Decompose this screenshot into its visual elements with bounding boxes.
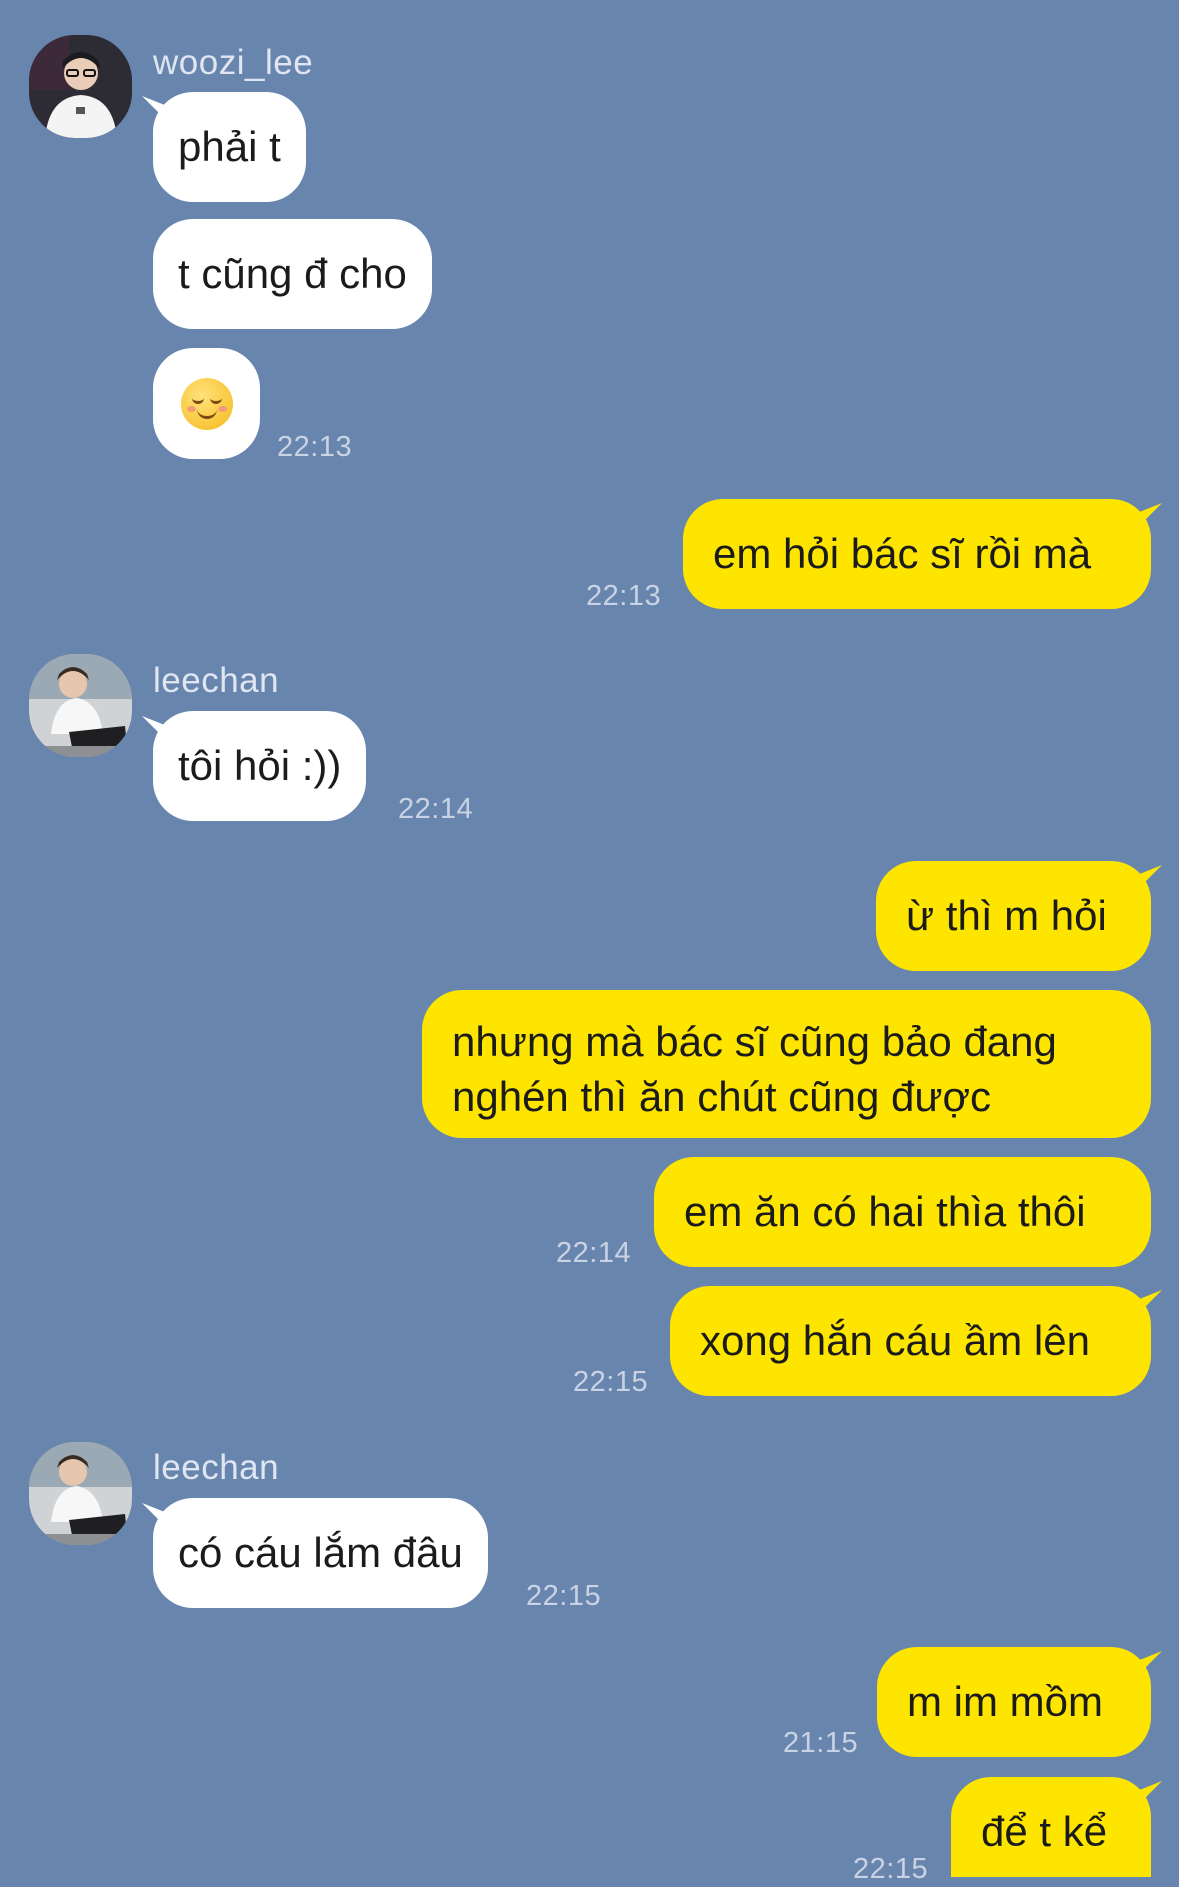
- message-bubble-incoming[interactable]: phải t: [153, 92, 306, 202]
- message-bubble-outgoing[interactable]: ừ thì m hỏi: [876, 861, 1151, 971]
- message-bubble-outgoing[interactable]: em ăn có hai thìa thôi: [654, 1157, 1151, 1267]
- bubble-tail: [1140, 1290, 1162, 1312]
- message-bubble-incoming[interactable]: tôi hỏi :)): [153, 711, 367, 821]
- person-avatar-icon: [29, 654, 132, 757]
- message-timestamp: 22:14: [556, 1237, 632, 1269]
- message-bubble-outgoing[interactable]: em hỏi bác sĩ rồi mà: [683, 499, 1151, 609]
- avatar-leechan[interactable]: [29, 1442, 132, 1545]
- message-timestamp: 22:15: [573, 1366, 649, 1398]
- message-timestamp: 21:15: [783, 1727, 859, 1759]
- avatar-woozi-lee[interactable]: [29, 35, 132, 138]
- message-bubble-incoming[interactable]: t cũng đ cho: [153, 219, 432, 329]
- message-bubble-incoming[interactable]: có cáu lắm đâu: [153, 1498, 488, 1608]
- sender-name: leechan: [153, 661, 280, 700]
- bubble-tail: [1140, 1651, 1162, 1673]
- message-timestamp: 22:13: [277, 431, 353, 463]
- message-bubble-outgoing[interactable]: nhưng mà bác sĩ cũng bảo đang nghén thì …: [422, 990, 1151, 1138]
- message-bubble-emoji[interactable]: [153, 348, 260, 459]
- sender-name: leechan: [153, 1448, 280, 1487]
- message-timestamp: 22:15: [526, 1580, 602, 1612]
- message-bubble-outgoing[interactable]: để t kể: [951, 1777, 1151, 1877]
- smiling-face-emoji-icon: [180, 377, 233, 430]
- message-timestamp: 22:14: [398, 793, 474, 825]
- bubble-tail: [1140, 1781, 1162, 1803]
- message-bubble-outgoing[interactable]: m im mồm: [877, 1647, 1151, 1757]
- person-avatar-icon: [29, 35, 132, 138]
- avatar-leechan[interactable]: [29, 654, 132, 757]
- sender-name: woozi_lee: [153, 43, 314, 82]
- person-avatar-icon: [29, 1442, 132, 1545]
- message-timestamp: 22:15: [853, 1853, 929, 1885]
- message-bubble-outgoing[interactable]: xong hắn cáu ầm lên: [670, 1286, 1151, 1396]
- chat-log[interactable]: woozi_lee phải t t cũng đ cho 22:13 22:1…: [0, 0, 1179, 1885]
- message-timestamp: 22:13: [586, 580, 662, 612]
